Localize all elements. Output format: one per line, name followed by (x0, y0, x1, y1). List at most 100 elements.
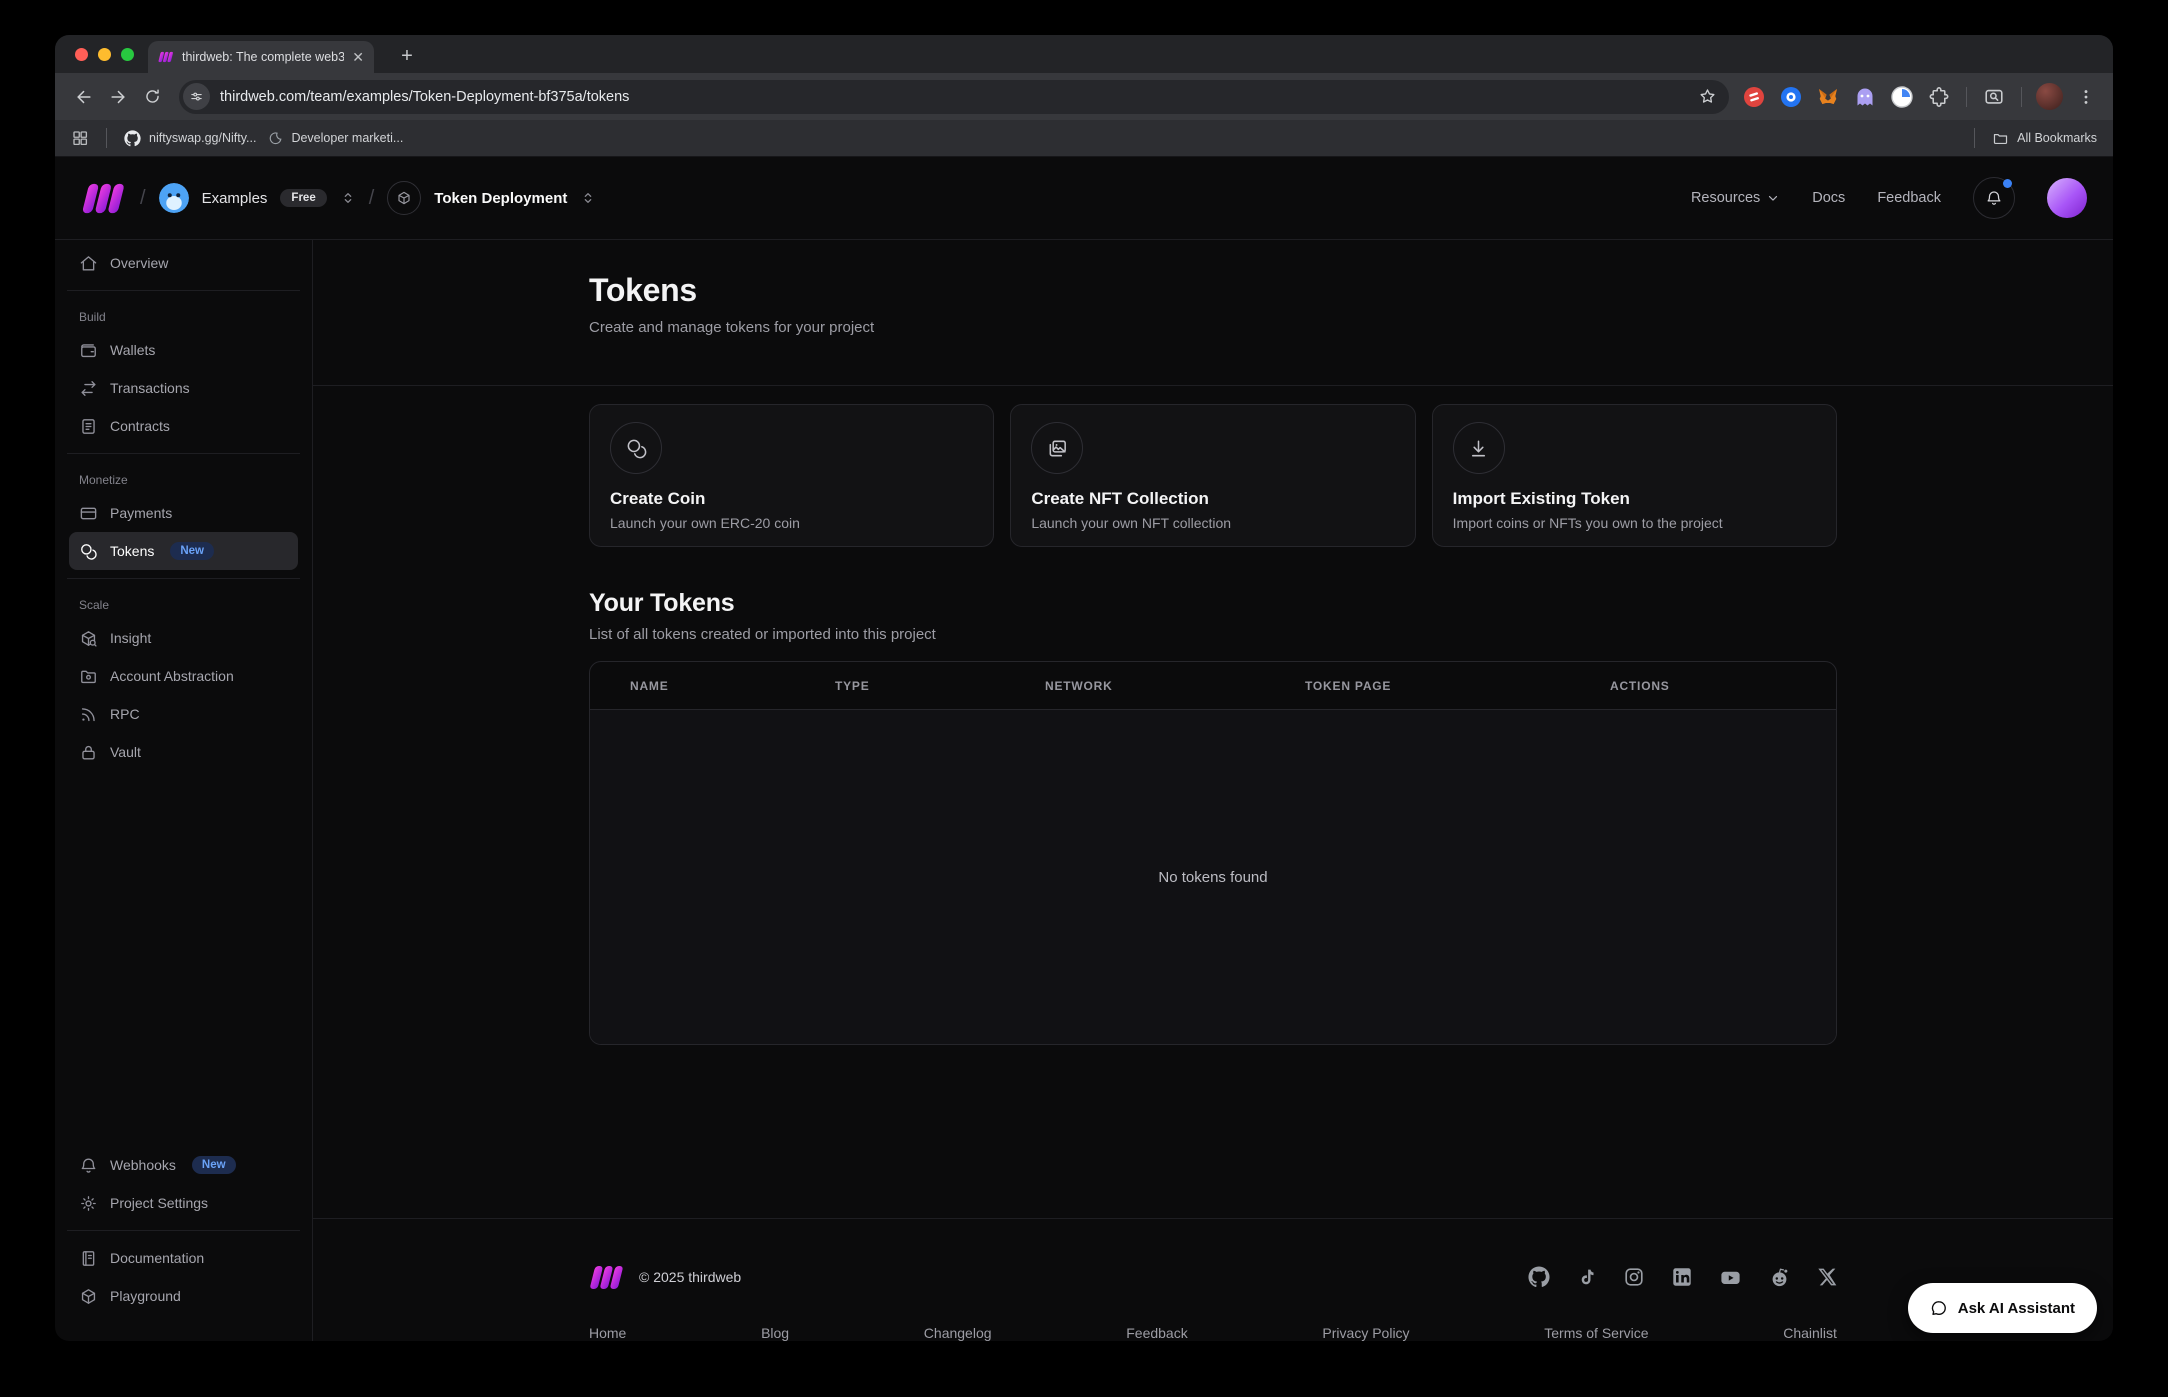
instagram-icon[interactable] (1623, 1266, 1645, 1288)
footer: © 2025 thirdweb Home (313, 1218, 2113, 1341)
main-content: Tokens Create and manage tokens for your… (313, 240, 2113, 1341)
back-button[interactable] (67, 80, 101, 114)
browser-tab[interactable]: thirdweb: The complete web3 ✕ (148, 41, 374, 73)
bookmark-star-icon[interactable] (1698, 87, 1717, 106)
extension-blue-icon[interactable] (1776, 82, 1806, 112)
close-tab-icon[interactable]: ✕ (352, 50, 364, 64)
site-settings-icon[interactable] (183, 83, 210, 110)
footer-link-chainlist[interactable]: Chainlist (1783, 1325, 1837, 1341)
sidebar-item-vault[interactable]: Vault (69, 733, 298, 771)
sidebar-item-label: Project Settings (110, 1195, 208, 1211)
linkedin-icon[interactable] (1671, 1266, 1693, 1288)
bookmarks-divider (106, 128, 107, 148)
fullscreen-window-button[interactable] (121, 48, 134, 61)
sidebar-group-label: Scale (79, 597, 288, 613)
card-title: Import Existing Token (1453, 489, 1816, 509)
sidebar-item-label: Contracts (110, 418, 170, 434)
reddit-icon[interactable] (1768, 1266, 1791, 1289)
apps-grid-icon[interactable] (71, 129, 89, 147)
sidebar-item-label: Tokens (110, 543, 154, 559)
sidebar-item-insight[interactable]: Insight (69, 619, 298, 657)
extensions-puzzle-icon[interactable] (1924, 82, 1954, 112)
extension-red-icon[interactable] (1739, 82, 1769, 112)
footer-link-home[interactable]: Home (589, 1325, 626, 1341)
team-selector[interactable]: Examples (202, 190, 268, 207)
user-avatar[interactable] (2047, 178, 2087, 218)
your-tokens-subtitle: List of all tokens created or imported i… (589, 626, 1837, 643)
extension-phantom-icon[interactable] (1850, 82, 1880, 112)
toolbar-divider (2021, 87, 2022, 107)
sidebar-item-wallets[interactable]: Wallets (69, 331, 298, 369)
new-tab-button[interactable]: + (393, 42, 421, 70)
tab-search-icon[interactable] (1979, 82, 2009, 112)
chat-bubble-icon (1930, 1299, 1948, 1317)
minimize-window-button[interactable] (98, 48, 111, 61)
table-empty-state: No tokens found (590, 709, 1836, 1044)
browser-profile-avatar[interactable] (2034, 82, 2064, 112)
notifications-button[interactable] (1973, 177, 2015, 219)
all-bookmarks-label: All Bookmarks (2017, 131, 2097, 145)
sidebar-item-label: Vault (110, 744, 141, 760)
close-window-button[interactable] (75, 48, 88, 61)
github-icon[interactable] (1528, 1266, 1550, 1288)
page-subtitle: Create and manage tokens for your projec… (589, 319, 1837, 336)
project-selector[interactable]: Token Deployment (434, 190, 567, 207)
sidebar-divider (67, 1230, 300, 1231)
extension-clock-icon[interactable] (1887, 82, 1917, 112)
sidebar-item-project-settings[interactable]: Project Settings (69, 1184, 298, 1222)
thirdweb-logo-icon[interactable] (81, 183, 127, 214)
extension-metamask-icon[interactable] (1813, 82, 1843, 112)
team-switcher-chevrons-icon[interactable] (340, 190, 356, 206)
sidebar-item-transactions[interactable]: Transactions (69, 369, 298, 407)
sidebar-item-account-abstraction[interactable]: Account Abstraction (69, 657, 298, 695)
import-existing-token-card[interactable]: Import Existing Token Import coins or NF… (1432, 404, 1837, 547)
footer-links: Home Blog Changelog Feedback Privacy Pol… (589, 1325, 1837, 1341)
sidebar-divider (67, 290, 300, 291)
sidebar-item-playground[interactable]: Playground (69, 1277, 298, 1315)
table-header-row: NAME TYPE NETWORK TOKEN PAGE ACTIONS (590, 662, 1836, 709)
sidebar-item-rpc[interactable]: RPC (69, 695, 298, 733)
sidebar-item-label: RPC (110, 706, 140, 722)
all-bookmarks-button[interactable]: All Bookmarks (1992, 130, 2097, 147)
sidebar-item-tokens[interactable]: Tokens New (69, 532, 298, 570)
create-coin-card[interactable]: Create Coin Launch your own ERC-20 coin (589, 404, 994, 547)
reload-button[interactable] (135, 80, 169, 114)
forward-button[interactable] (101, 80, 135, 114)
tiktok-icon[interactable] (1576, 1267, 1597, 1288)
download-icon (1453, 422, 1505, 474)
footer-link-terms-of-service[interactable]: Terms of Service (1544, 1325, 1648, 1341)
docs-link[interactable]: Docs (1812, 190, 1845, 206)
browser-window: thirdweb: The complete web3 ✕ + thirdweb… (55, 35, 2113, 1341)
url-text[interactable]: thirdweb.com/team/examples/Token-Deploym… (220, 89, 1688, 105)
column-header-name: NAME (630, 679, 835, 693)
sidebar-item-overview[interactable]: Overview (69, 244, 298, 282)
cube-icon (79, 1287, 98, 1306)
footer-link-feedback[interactable]: Feedback (1126, 1325, 1187, 1341)
chevron-down-icon (1766, 191, 1780, 205)
sidebar-item-payments[interactable]: Payments (69, 494, 298, 532)
footer-link-privacy-policy[interactable]: Privacy Policy (1322, 1325, 1409, 1341)
column-header-type: TYPE (835, 679, 1045, 693)
new-badge: New (192, 1156, 236, 1174)
x-twitter-icon[interactable] (1817, 1267, 1837, 1287)
footer-link-changelog[interactable]: Changelog (924, 1325, 992, 1341)
sidebar-item-contracts[interactable]: Contracts (69, 407, 298, 445)
youtube-icon[interactable] (1719, 1266, 1742, 1289)
sidebar-divider (67, 578, 300, 579)
action-cards: Create Coin Launch your own ERC-20 coin … (589, 404, 1837, 547)
breadcrumb: / Examples Free / Token Deployment (81, 181, 596, 215)
ask-ai-assistant-button[interactable]: Ask AI Assistant (1908, 1283, 2097, 1333)
address-bar[interactable]: thirdweb.com/team/examples/Token-Deploym… (179, 80, 1729, 114)
resources-menu[interactable]: Resources (1691, 190, 1780, 206)
create-nft-collection-card[interactable]: Create NFT Collection Launch your own NF… (1010, 404, 1415, 547)
sidebar-item-webhooks[interactable]: Webhooks New (69, 1146, 298, 1184)
bookmark-niftyswap[interactable]: niftyswap.gg/Nifty... (124, 130, 256, 147)
feedback-link[interactable]: Feedback (1877, 190, 1941, 206)
sidebar-item-documentation[interactable]: Documentation (69, 1239, 298, 1277)
column-header-token-page: TOKEN PAGE (1305, 679, 1610, 693)
browser-menu-kebab-icon[interactable] (2071, 82, 2101, 112)
footer-link-blog[interactable]: Blog (761, 1325, 789, 1341)
bookmark-developer-marketing[interactable]: Developer marketi... (268, 131, 403, 146)
project-switcher-chevrons-icon[interactable] (580, 190, 596, 206)
reload-icon (143, 87, 162, 106)
